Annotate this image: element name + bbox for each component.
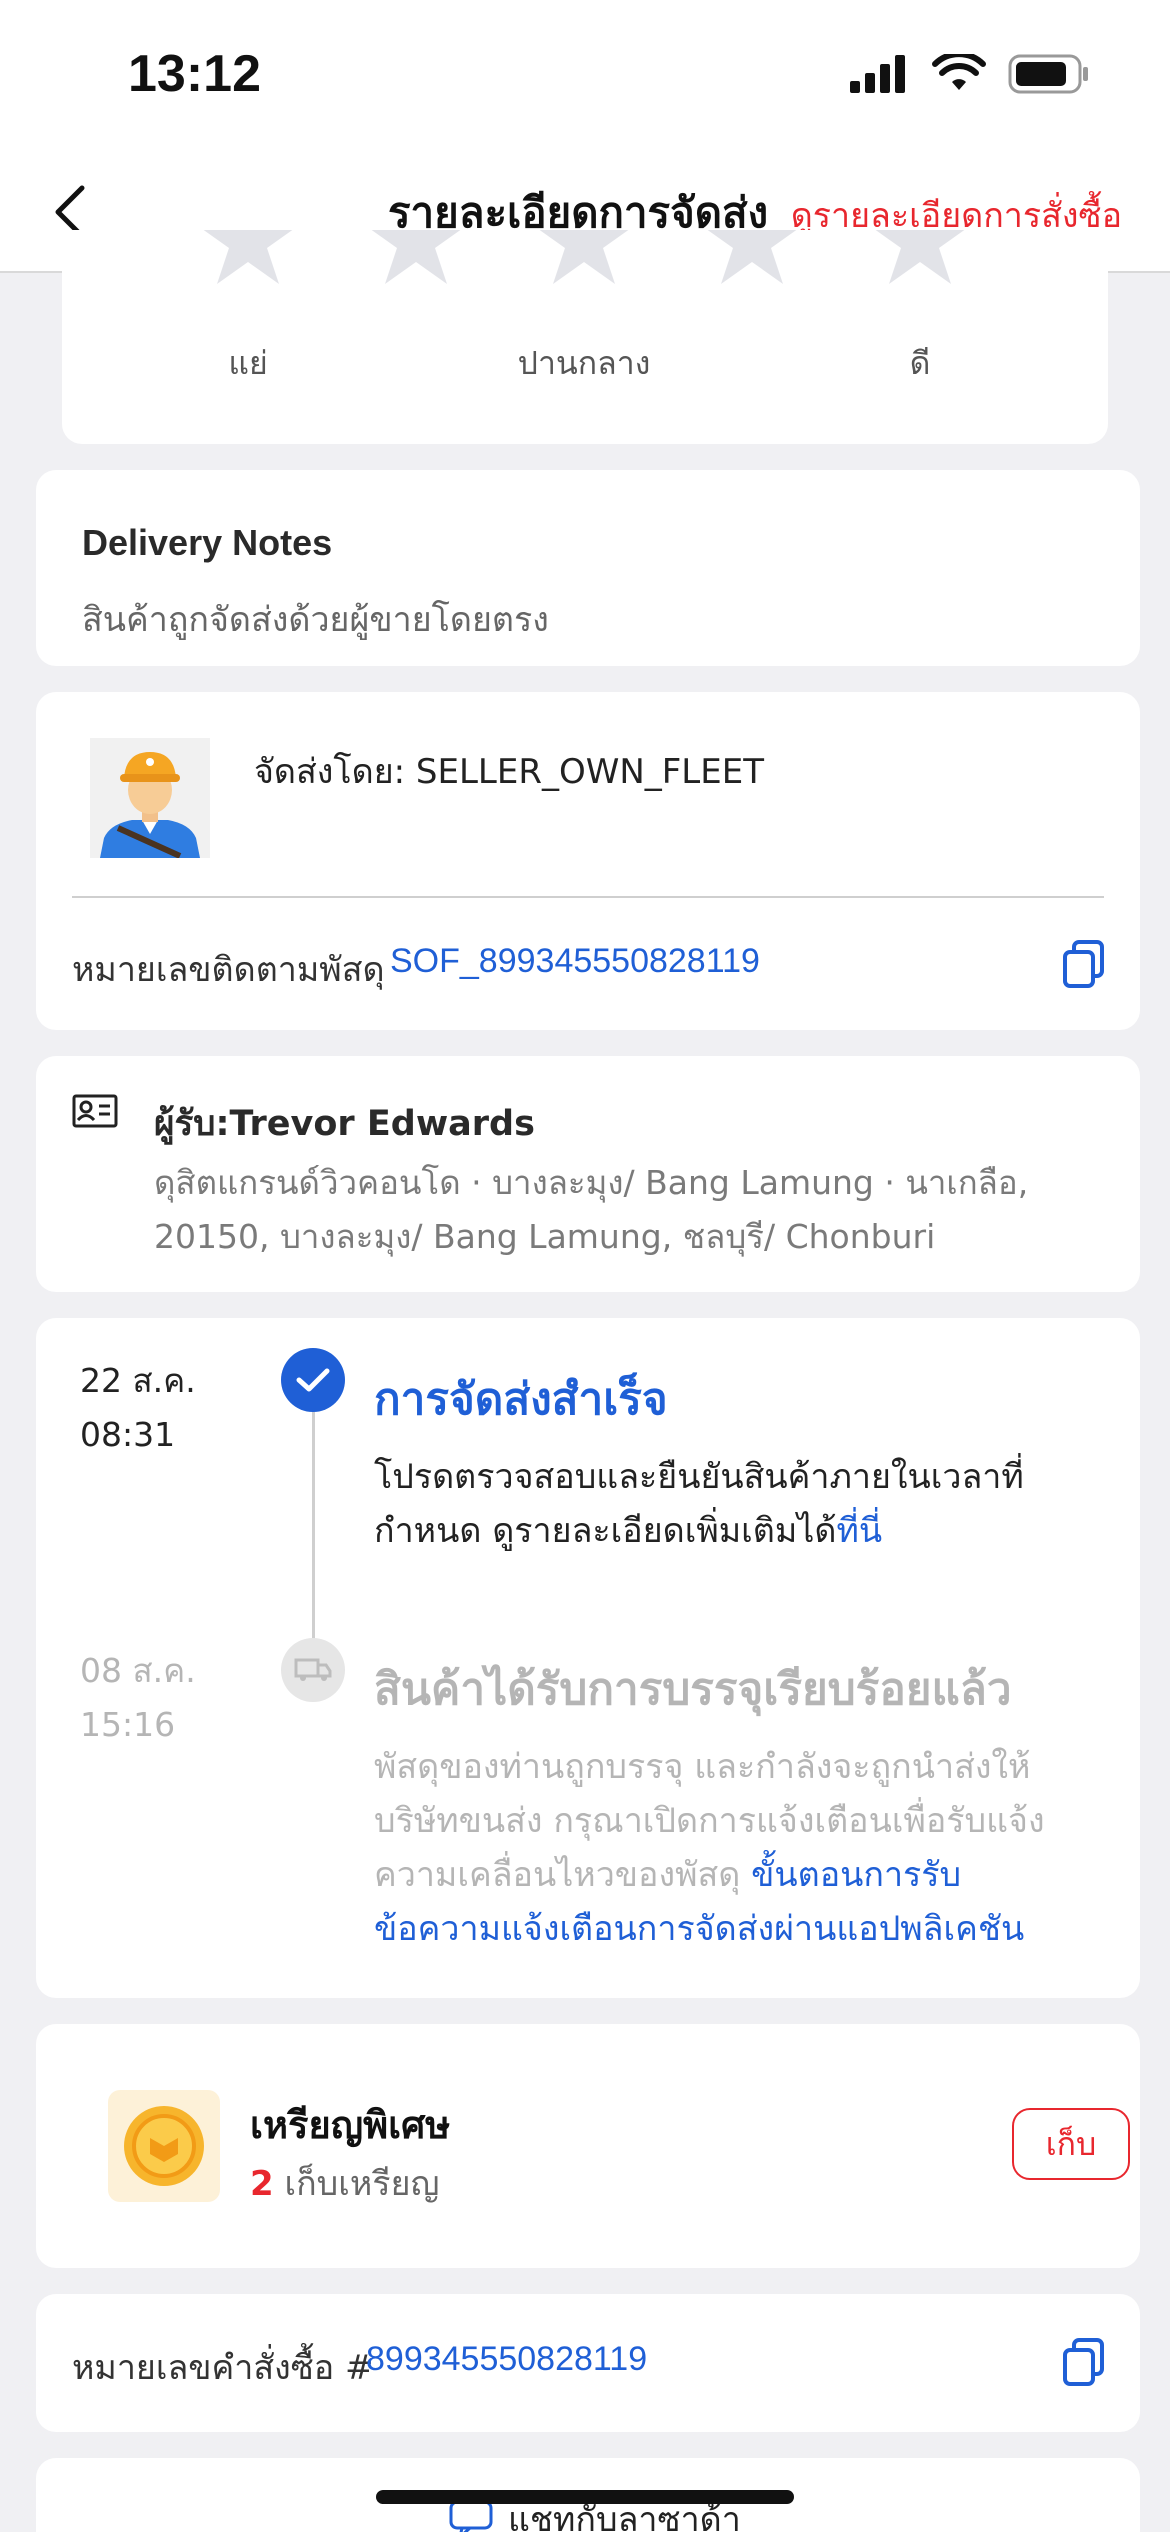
delivery-notes-body: สินค้าถูกจัดส่งด้วยผู้ขายโดยตรง	[82, 600, 549, 640]
star-icon	[707, 230, 797, 284]
tracking-number[interactable]: SOF_899345550828119	[390, 942, 760, 981]
shipped-by: จัดส่งโดย: SELLER_OWN_FLEET	[254, 752, 764, 792]
status-icons	[850, 51, 1090, 98]
rating-label-bad: แย่	[228, 344, 268, 382]
tracking-timeline: 22 ส.ค. 08:31 การจัดส่งสำเร็จ โปรดตรวจสอ…	[36, 1318, 1140, 1998]
timeline-body: พัสดุของท่านถูกบรรจุ และกำลังจะถูกนำส่งใ…	[374, 1740, 1074, 1956]
order-number-label: หมายเลขคำสั่งซื้อ #	[72, 2348, 374, 2388]
timeline-line	[312, 1396, 315, 1674]
signal-icon	[850, 55, 910, 97]
coin-count-label: เก็บเหรียญ	[273, 2164, 440, 2204]
battery-icon	[1008, 54, 1090, 98]
copy-icon[interactable]	[1062, 940, 1106, 988]
star-icon	[875, 230, 965, 284]
delivery-notes-card: Delivery Notes สินค้าถูกจัดส่งด้วยผู้ขาย…	[36, 470, 1140, 666]
timeline-title: สินค้าได้รับการบรรจุเรียบร้อยแล้ว	[374, 1664, 1012, 1715]
coin-card: เหรียญพิเศษ 2 เก็บเหรียญ เก็บ	[36, 2024, 1140, 2268]
rating-card: แย่ ปานกลาง ดี	[62, 230, 1108, 444]
recipient-name: ผู้รับ:Trevor Edwards	[154, 1104, 535, 1144]
tracking-label: หมายเลขติดตามพัสดุ	[72, 950, 385, 990]
contact-card-icon	[72, 1094, 118, 1132]
timeline-date: 22 ส.ค. 08:31	[80, 1354, 196, 1462]
timeline-date-day: 22 ส.ค.	[80, 1361, 196, 1400]
rating-stars	[203, 230, 965, 284]
copy-icon[interactable]	[1062, 2338, 1106, 2386]
timeline-body-text: โปรดตรวจสอบและยืนยันสินค้าภายในเวลาที่กำ…	[374, 1457, 1024, 1551]
rating-label-average: ปานกลาง	[517, 344, 651, 382]
wifi-icon	[932, 51, 986, 98]
shipping-card: จัดส่งโดย: SELLER_OWN_FLEET หมายเลขติดตา…	[36, 692, 1140, 1030]
timeline-date-time: 08:31	[80, 1415, 176, 1454]
star-icon	[539, 230, 629, 284]
coin-count-number: 2	[250, 2164, 274, 2204]
divider	[72, 896, 1104, 898]
recipient-card: ผู้รับ:Trevor Edwards ดุสิตแกรนด์วิวคอนโ…	[36, 1056, 1140, 1292]
collect-button[interactable]: เก็บ	[1012, 2108, 1130, 2180]
order-number-card: หมายเลขคำสั่งซื้อ # 899345550828119	[36, 2294, 1140, 2432]
recipient-address: ดุสิตแกรนด์วิวคอนโด · บางละมุง/ Bang Lam…	[154, 1163, 1029, 1256]
order-number[interactable]: 899345550828119	[366, 2340, 647, 2379]
home-indicator[interactable]	[376, 2490, 794, 2504]
status-bar: 13:12	[0, 0, 1170, 150]
star-icon	[371, 230, 461, 284]
truck-icon	[281, 1638, 345, 1702]
coin-title: เหรียญพิเศษ	[250, 2103, 451, 2147]
courier-avatar	[90, 738, 210, 859]
status-time: 13:12	[128, 45, 261, 103]
timeline-date-time: 15:16	[80, 1705, 176, 1744]
check-circle-icon	[281, 1348, 345, 1412]
timeline-date-day: 08 ส.ค.	[80, 1651, 196, 1690]
timeline-title: การจัดส่งสำเร็จ	[374, 1374, 668, 1425]
timeline-body: โปรดตรวจสอบและยืนยันสินค้าภายในเวลาที่กำ…	[374, 1450, 1074, 1558]
timeline-date: 08 ส.ค. 15:16	[80, 1644, 196, 1752]
coin-count: 2 เก็บเหรียญ	[250, 2156, 439, 2210]
rating-label-good: ดี	[909, 344, 931, 382]
delivery-notes-title: Delivery Notes	[82, 522, 333, 563]
coin-icon	[108, 2090, 220, 2202]
star-icon	[203, 230, 293, 284]
timeline-here-link[interactable]: ที่นี่	[836, 1511, 882, 1551]
